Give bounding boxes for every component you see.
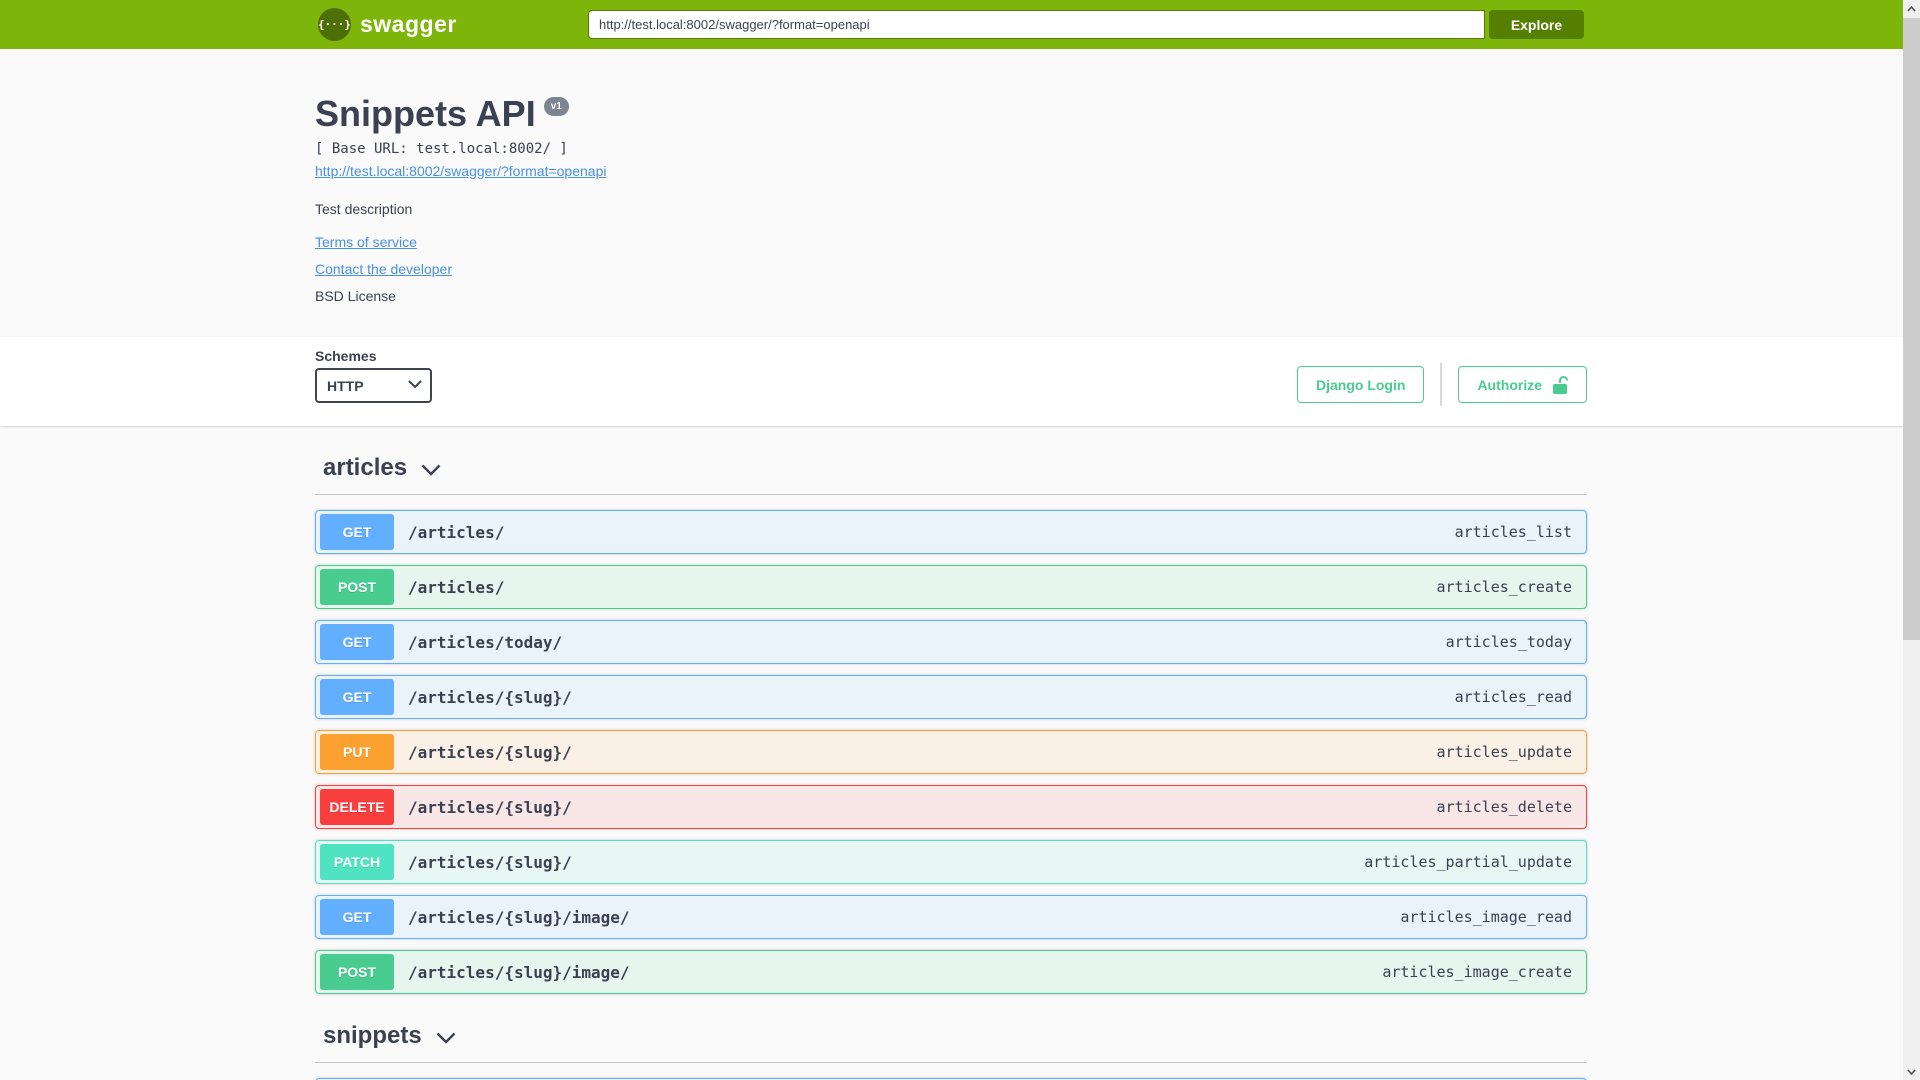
operation-path: /articles/{slug}/ — [408, 742, 572, 762]
operation-id: articles_image_read — [1400, 908, 1572, 926]
api-info: Snippets API v1 [ Base URL: test.local:8… — [315, 93, 1587, 305]
scrollbar-down-button[interactable] — [1903, 1063, 1920, 1080]
operation-row-articles_create[interactable]: POST /articles/ articles_create — [315, 565, 1587, 609]
contact-developer-link[interactable]: Contact the developer — [315, 261, 1587, 277]
operation-path: /articles/{slug}/image/ — [408, 962, 630, 982]
method-badge: GET — [320, 679, 394, 715]
api-sections: articles GET /articles/ articles_list PO… — [315, 426, 1587, 1080]
swagger-logo-icon: {···} — [318, 8, 351, 41]
method-badge: GET — [320, 514, 394, 550]
operations-list: GET /articles/ articles_list POST /artic… — [315, 510, 1587, 994]
authorize-label: Authorize — [1477, 376, 1542, 393]
method-badge: PATCH — [320, 844, 394, 880]
operation-id: articles_today — [1445, 633, 1572, 651]
base-url: [ Base URL: test.local:8002/ ] — [315, 141, 568, 157]
topbar: {···} swagger Explore — [0, 0, 1903, 49]
operation-id: articles_update — [1436, 743, 1572, 761]
operation-id: articles_delete — [1436, 798, 1572, 816]
operation-row-articles_read[interactable]: GET /articles/{slug}/ articles_read — [315, 675, 1587, 719]
scroll-down-icon — [1907, 1068, 1916, 1075]
operation-row-articles_update[interactable]: PUT /articles/{slug}/ articles_update — [315, 730, 1587, 774]
version-badge: v1 — [543, 97, 569, 116]
terms-of-service-link[interactable]: Terms of service — [315, 234, 1587, 250]
chevron-down-icon — [436, 1032, 456, 1044]
operation-path: /articles/{slug}/ — [408, 852, 572, 872]
scroll-up-icon — [1907, 5, 1916, 12]
method-badge: GET — [320, 624, 394, 660]
django-login-button[interactable]: Django Login — [1297, 366, 1425, 403]
schemes-label: Schemes — [315, 348, 377, 364]
auth-wrapper: Django Login Authorize — [1297, 363, 1587, 406]
scrollbar-up-button[interactable] — [1903, 0, 1920, 17]
operation-id: articles_partial_update — [1364, 853, 1572, 871]
section-header[interactable]: articles — [315, 454, 1587, 495]
operation-path: /articles/{slug}/image/ — [408, 907, 630, 927]
operation-row-articles_list[interactable]: GET /articles/ articles_list — [315, 510, 1587, 554]
method-badge: PUT — [320, 734, 394, 770]
operation-row-articles_image_read[interactable]: GET /articles/{slug}/image/ articles_ima… — [315, 895, 1587, 939]
section-articles: articles GET /articles/ articles_list PO… — [315, 454, 1587, 994]
operation-path: /articles/{slug}/ — [408, 797, 572, 817]
section-snippets: snippets GET /snippets/ snippets_list — [315, 1022, 1587, 1080]
operation-id: articles_create — [1436, 578, 1572, 596]
page-title: Snippets API — [315, 93, 536, 134]
api-description: Test description — [315, 201, 413, 217]
operation-row-articles_partial_update[interactable]: PATCH /articles/{slug}/ articles_partial… — [315, 840, 1587, 884]
spec-link[interactable]: http://test.local:8002/swagger/?format=o… — [315, 163, 606, 179]
django-login-label: Django Login — [1316, 376, 1406, 393]
section-title: snippets — [323, 1022, 422, 1049]
explore-button[interactable]: Explore — [1489, 10, 1584, 39]
operation-id: articles_list — [1454, 523, 1572, 541]
authorize-button[interactable]: Authorize — [1458, 366, 1587, 403]
auth-divider — [1440, 363, 1443, 406]
scheme-select[interactable]: HTTP — [315, 368, 432, 403]
operation-path: /articles/today/ — [408, 632, 563, 652]
operation-id: articles_image_create — [1382, 963, 1572, 981]
operation-row-articles_today[interactable]: GET /articles/today/ articles_today — [315, 620, 1587, 664]
license-text: BSD License — [315, 288, 396, 304]
vertical-scrollbar[interactable] — [1903, 0, 1920, 1080]
swagger-logo: {···} swagger — [318, 8, 457, 41]
method-badge: POST — [320, 569, 394, 605]
section-title: articles — [323, 454, 408, 481]
operation-path: /articles/ — [408, 577, 505, 597]
method-badge: POST — [320, 954, 394, 990]
method-badge: DELETE — [320, 789, 394, 825]
scrollbar-thumb[interactable] — [1903, 18, 1920, 640]
spec-url-input[interactable] — [588, 10, 1485, 39]
operation-row-articles_delete[interactable]: DELETE /articles/{slug}/ articles_delete — [315, 785, 1587, 829]
swagger-logo-text: swagger — [360, 11, 457, 37]
unlocked-padlock-icon — [1553, 375, 1568, 394]
chevron-down-icon — [421, 464, 441, 476]
method-badge: GET — [320, 899, 394, 935]
operation-path: /articles/ — [408, 522, 505, 542]
scheme-container: Schemes HTTP Django Login Authorize — [0, 337, 1903, 426]
operation-row-articles_image_create[interactable]: POST /articles/{slug}/image/ articles_im… — [315, 950, 1587, 994]
operation-id: articles_read — [1454, 688, 1572, 706]
section-header[interactable]: snippets — [315, 1022, 1587, 1063]
operation-path: /articles/{slug}/ — [408, 687, 572, 707]
